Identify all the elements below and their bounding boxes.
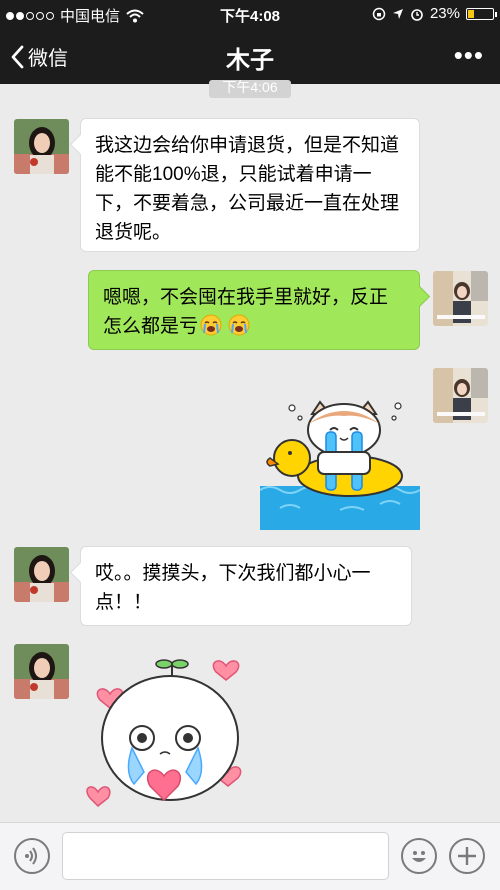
alarm-icon <box>411 8 423 21</box>
crying-face-emoji-icon <box>228 314 250 336</box>
more-button[interactable]: ••• <box>454 40 484 71</box>
my-avatar[interactable] <box>433 271 488 326</box>
status-bar: 中国电信 下午4:08 23% <box>0 0 500 28</box>
more-functions-button[interactable] <box>449 838 485 874</box>
message-bubble-incoming[interactable]: 我这边会给你申请退货，但是不知道能不能100%退，只能试着申请一下，不要着急，公… <box>80 118 420 252</box>
rotation-lock-icon <box>372 7 386 20</box>
chat-title: 木子 <box>226 47 274 74</box>
sticker-crying-cat[interactable] <box>259 398 421 530</box>
input-bar <box>0 822 500 890</box>
battery-icon <box>466 7 497 20</box>
voice-icon <box>25 847 37 865</box>
message-text: 哎。。摸摸头，下次我们都小心一点！！ <box>95 563 371 613</box>
voice-button[interactable] <box>14 838 50 874</box>
contact-avatar[interactable] <box>14 119 69 174</box>
timestamp-chip: 下午4:06 <box>209 80 291 98</box>
my-avatar[interactable] <box>433 368 488 423</box>
contact-avatar[interactable] <box>14 547 69 602</box>
sticker-crying-bun[interactable] <box>84 652 244 810</box>
emoji-button[interactable] <box>401 838 437 874</box>
location-arrow-icon <box>392 8 403 19</box>
crying-face-emoji-icon <box>200 314 222 336</box>
message-bubble-outgoing[interactable]: 嗯嗯，不会囤在我手里就好，反正怎么都是亏 <box>88 270 420 350</box>
nav-bar: 微信 木子 ••• <box>0 28 500 84</box>
plus-icon <box>458 847 476 865</box>
message-input[interactable] <box>62 832 389 880</box>
battery-percent: 23% <box>429 5 460 22</box>
message-bubble-incoming[interactable]: 哎。。摸摸头，下次我们都小心一点！！ <box>80 546 412 626</box>
message-text: 我这边会给你申请退货，但是不知道能不能100%退，只能试着申请一下，不要着急，公… <box>95 135 400 243</box>
smiley-icon <box>412 851 426 862</box>
contact-avatar[interactable] <box>14 644 69 699</box>
